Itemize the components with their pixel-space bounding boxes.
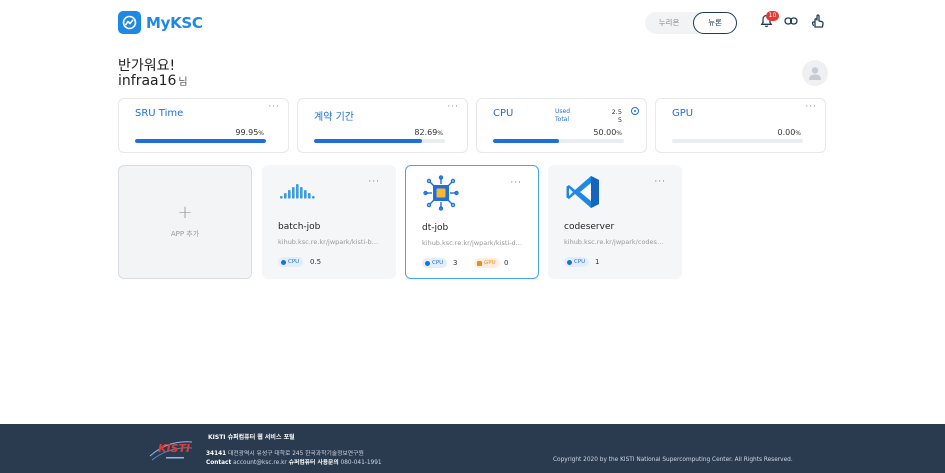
app-name: codeserver — [564, 222, 615, 232]
user-icon — [809, 67, 821, 80]
app-card-codeserver[interactable]: ··· codeserver kihub.ksc.re.kr/jwpark/co… — [548, 165, 682, 279]
cpu-count: 3 — [453, 259, 458, 267]
target-icon[interactable] — [631, 107, 639, 115]
logo-text: MyKSC — [146, 13, 203, 32]
hand-cursor-icon[interactable] — [810, 13, 826, 29]
toggle-neuron[interactable]: 뉴론 — [693, 12, 737, 34]
more-icon[interactable]: ··· — [447, 102, 459, 112]
plus-icon: + — [177, 202, 193, 223]
stat-card-contract-period: 계약 기간 ··· 82.69% — [297, 98, 468, 153]
chip-icon — [422, 175, 460, 211]
svg-text:KISTI: KISTI — [158, 442, 190, 455]
system-toggle[interactable]: 누리온 뉴론 — [645, 12, 737, 34]
more-icon[interactable]: ··· — [805, 102, 817, 112]
cpu-chip: CPU — [278, 257, 304, 267]
stat-title: GPU — [672, 108, 694, 119]
progress-fill — [314, 139, 423, 143]
app-url: kihub.ksc.re.kr/jwpark/codeserver — [564, 238, 666, 246]
add-app-label: APP 추가 — [170, 230, 200, 238]
stat-value: 50.00% — [593, 128, 622, 137]
app-url: kihub.ksc.re.kr/jwpark/kisti-batch-job — [278, 238, 380, 246]
more-icon[interactable]: ··· — [368, 177, 380, 187]
progress-fill — [135, 139, 266, 143]
cpu-meta-labels: Used Total — [555, 108, 571, 123]
progress-bar — [493, 139, 624, 143]
gpu-chip: GPU — [474, 258, 500, 268]
cpu-meta-values: 2.5 5 — [611, 108, 622, 124]
batch-job-icon — [278, 174, 316, 210]
app-name: batch-job — [278, 222, 321, 232]
stat-value: 99.95% — [235, 128, 264, 137]
kisti-logo-icon: KISTI — [148, 432, 194, 464]
stat-value: 82.69% — [414, 128, 443, 137]
footer-address: 34141 대전광역시 유성구 대학로 245 한국과학기술정보연구원 — [206, 451, 364, 457]
link-icon[interactable] — [783, 13, 799, 29]
progress-bar — [672, 139, 803, 143]
logo-icon — [118, 11, 141, 34]
notification-badge: 10 — [766, 11, 779, 21]
app-card-batch-job[interactable]: ··· batch-job kihub.ksc.re.kr/jwpark/kis… — [262, 165, 396, 279]
more-icon[interactable]: ··· — [510, 178, 522, 188]
username: infraa16 — [118, 73, 177, 89]
stat-card-cpu: CPU Used Total 2.5 5 50.00% — [476, 98, 647, 153]
progress-fill — [493, 139, 559, 143]
toggle-nurion[interactable]: 누리온 — [645, 12, 693, 34]
logo[interactable]: MyKSC — [118, 11, 203, 34]
cpu-chip: CPU — [422, 258, 448, 268]
stat-title: 계약 기간 — [314, 112, 354, 123]
app-url: kihub.ksc.re.kr/jwpark/kisti-dt-job — [422, 239, 524, 247]
username-line: infraa16 님 — [118, 73, 188, 89]
stat-card-sru-time: SRU Time ··· 99.95% — [118, 98, 289, 153]
progress-bar — [314, 139, 445, 143]
app-name: dt-job — [422, 223, 449, 233]
footer-portal-title: KISTI 슈퍼컴퓨터 웹 서비스 포털 — [208, 434, 295, 441]
progress-bar — [135, 139, 266, 143]
add-app-button[interactable]: + APP 추가 — [118, 165, 252, 279]
footer: KISTI KISTI 슈퍼컴퓨터 웹 서비스 포털 34141 대전광역시 유… — [0, 424, 945, 473]
gpu-count: 0 — [504, 259, 509, 267]
username-suffix: 님 — [178, 77, 188, 88]
stat-value: 0.00% — [777, 128, 801, 137]
stat-card-gpu: GPU ··· 0.00% — [655, 98, 826, 153]
stat-title: CPU — [493, 108, 514, 119]
greeting-text: 반가워요! — [118, 58, 176, 74]
footer-contact: Contact account@ksc.re.kr 슈퍼컴퓨터 사용문의 080… — [206, 460, 382, 466]
cpu-count: 1 — [595, 258, 600, 266]
cpu-count: 0.5 — [310, 258, 322, 266]
more-icon[interactable]: ··· — [268, 102, 280, 112]
cpu-chip: CPU — [564, 257, 590, 267]
vscode-icon — [564, 174, 602, 210]
avatar[interactable] — [802, 60, 828, 86]
footer-copyright: Copyright 2020 by the KISTI National Sup… — [553, 457, 793, 463]
more-icon[interactable]: ··· — [654, 177, 666, 187]
stat-title: SRU Time — [135, 108, 184, 119]
app-card-dt-job[interactable]: ··· dt-job kihub.ksc.re.kr/jwpark/kisti-… — [405, 165, 539, 279]
